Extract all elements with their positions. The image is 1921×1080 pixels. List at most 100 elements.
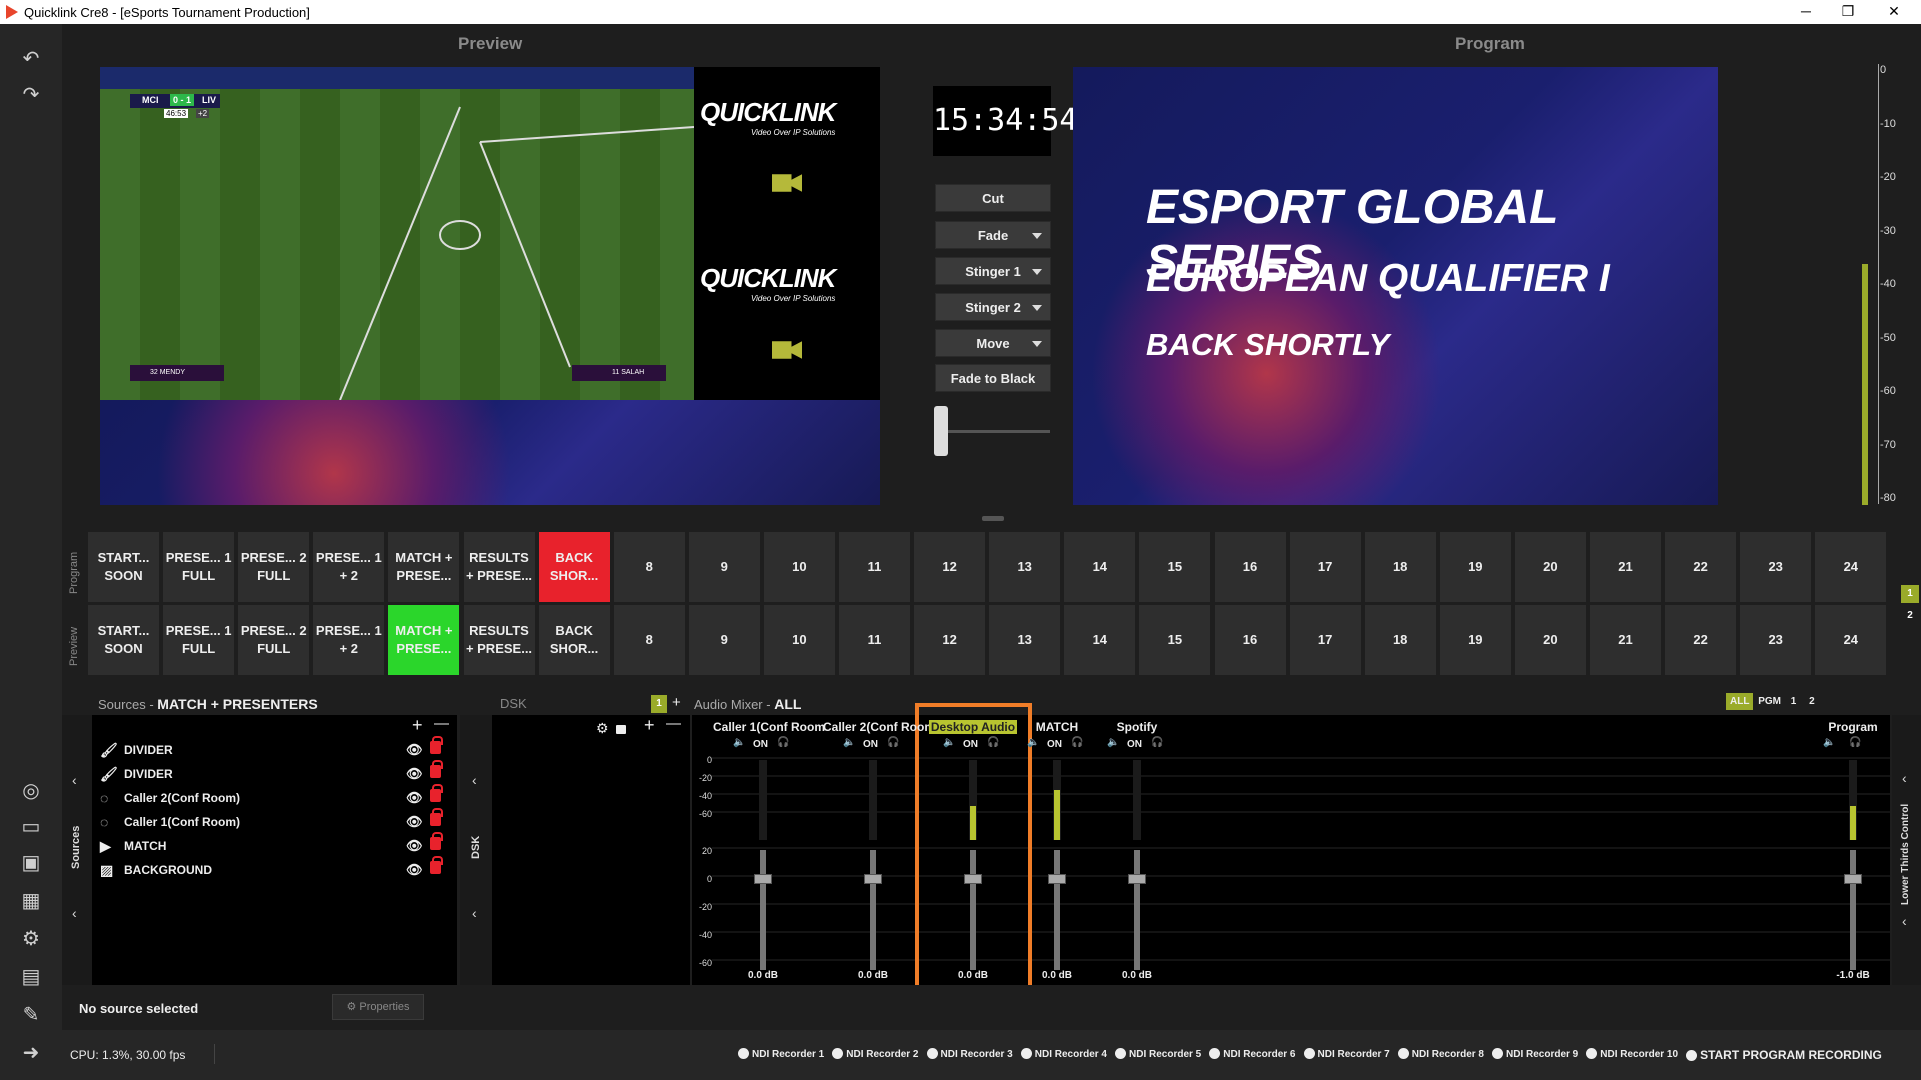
source-item[interactable]: ◌ Caller 2(Conf Room) 👁 (100, 784, 460, 811)
ndi-recorder-toggle[interactable]: NDI Recorder 10 (1586, 1048, 1678, 1062)
headphones-icon[interactable]: 🎧 (1849, 737, 1861, 748)
program-scene-button[interactable]: 17 (1289, 532, 1361, 602)
scene-page-1[interactable]: 1 (1901, 585, 1919, 603)
dsk-page-1[interactable]: 1 (651, 695, 667, 713)
audio-fader-track[interactable] (970, 850, 976, 970)
preview-scene-button[interactable]: 20 (1514, 605, 1586, 675)
on-toggle[interactable]: ON (1047, 739, 1062, 750)
program-scene-button[interactable]: 18 (1364, 532, 1436, 602)
speaker-icon[interactable]: 🔈 (843, 737, 855, 748)
program-scene-button[interactable]: RESULTS + PRESE... (463, 532, 535, 602)
remove-source-button[interactable]: — (434, 715, 449, 732)
speaker-icon[interactable]: 🔈 (1107, 737, 1119, 748)
speaker-icon[interactable]: 🔈 (1027, 737, 1039, 748)
audio-tab-pgm[interactable]: PGM (1756, 693, 1783, 710)
source-item[interactable]: 🖌 DIVIDER 👁 (100, 736, 460, 763)
collapse-left-icon[interactable]: ‹ (472, 905, 477, 921)
program-scene-button[interactable]: 22 (1665, 532, 1737, 602)
preview-scene-button[interactable]: 24 (1815, 605, 1887, 675)
collapse-left-icon[interactable]: ‹ (472, 772, 477, 788)
properties-button[interactable]: ⚙ Properties (332, 994, 424, 1020)
add-source-button[interactable]: + (412, 715, 423, 736)
program-scene-button[interactable]: 19 (1439, 532, 1511, 602)
speaker-icon[interactable]: 🔈 (943, 737, 955, 748)
transition-stinger-1-button[interactable]: Stinger 1 (935, 257, 1051, 285)
dsk-side-tab[interactable]: ‹ DSK ‹ (460, 715, 492, 985)
lock-icon[interactable] (430, 808, 443, 826)
eye-icon[interactable]: 👁 (406, 814, 423, 830)
chevron-down-icon[interactable] (1032, 305, 1042, 311)
program-scene-button[interactable]: 21 (1590, 532, 1661, 602)
preview-scene-button[interactable]: 18 (1364, 605, 1436, 675)
lock-icon[interactable] (616, 725, 626, 734)
ndi-recorder-toggle[interactable]: NDI Recorder 6 (1209, 1048, 1295, 1062)
lock-icon[interactable] (430, 832, 443, 850)
preview-scene-button[interactable]: 17 (1289, 605, 1361, 675)
headphones-icon[interactable]: 🎧 (1151, 737, 1163, 748)
audio-fader-knob[interactable] (1048, 874, 1066, 884)
audio-tab-all[interactable]: ALL (1726, 693, 1754, 710)
program-scene-button[interactable]: 16 (1214, 532, 1286, 602)
dsk-add-page-button[interactable]: + (672, 694, 681, 711)
program-scene-button[interactable]: BACK SHOR... (538, 532, 610, 602)
preview-scene-button[interactable]: MATCH + PRESE... (388, 605, 460, 675)
on-toggle[interactable]: ON (1127, 739, 1142, 750)
preview-video[interactable]: MCI 0 - 1 LIV 46:53 +2 32 MENDY 11 SALAH (100, 67, 694, 400)
splitter-handle[interactable] (982, 516, 1004, 521)
program-video[interactable]: ESPORT GLOBAL SERIES EUROPEAN QUALIFIER … (1073, 67, 1718, 505)
eye-icon[interactable]: 👁 (406, 862, 423, 878)
speaker-icon[interactable]: 🔈 (1823, 737, 1835, 748)
headphones-icon[interactable]: 🎧 (987, 737, 999, 748)
eye-icon[interactable]: 👁 (406, 790, 423, 806)
audio-tab-1[interactable]: 1 (1786, 693, 1802, 710)
program-scene-button[interactable]: 10 (763, 532, 835, 602)
close-button[interactable]: ✕ (1874, 2, 1914, 22)
preview-scene-button[interactable]: PRESE... 1 + 2 (313, 605, 385, 675)
program-scene-button[interactable]: 20 (1514, 532, 1586, 602)
undo-icon[interactable]: ↶ (0, 44, 62, 74)
program-scene-button[interactable]: 15 (1139, 532, 1211, 602)
ndi-recorder-toggle[interactable]: NDI Recorder 8 (1398, 1048, 1484, 1062)
collapse-left-icon[interactable]: ‹ (72, 905, 77, 921)
audio-fader-knob[interactable] (1844, 874, 1862, 884)
program-scene-button[interactable]: 9 (688, 532, 760, 602)
multiview-icon[interactable]: ▣ (0, 848, 62, 878)
lock-icon[interactable] (430, 856, 443, 874)
maximize-button[interactable]: ❐ (1828, 2, 1868, 22)
program-scene-button[interactable]: 24 (1815, 532, 1887, 602)
source-item[interactable]: ▶ MATCH 👁 (100, 832, 460, 859)
program-scene-button[interactable]: 8 (613, 532, 685, 602)
t-bar-handle[interactable] (934, 406, 948, 456)
preview-scene-button[interactable]: 13 (989, 605, 1061, 675)
ndi-recorder-toggle[interactable]: NDI Recorder 2 (832, 1048, 918, 1062)
redo-icon[interactable]: ↷ (0, 80, 62, 110)
expand-icon[interactable]: ‹ (1902, 770, 1907, 786)
source-item[interactable]: ◌ Caller 1(Conf Room) 👁 (100, 808, 460, 835)
lock-icon[interactable] (430, 784, 443, 802)
on-toggle[interactable]: ON (963, 739, 978, 750)
on-toggle[interactable]: ON (863, 739, 878, 750)
expand-icon[interactable]: ‹ (1902, 913, 1907, 929)
collapse-left-icon[interactable]: ‹ (72, 772, 77, 788)
ndi-recorder-toggle[interactable]: NDI Recorder 5 (1115, 1048, 1201, 1062)
quicklink-icon[interactable]: ◎ (0, 776, 62, 806)
preview-scene-button[interactable]: 14 (1064, 605, 1136, 675)
ndi-recorder-toggle[interactable]: NDI Recorder 3 (927, 1048, 1013, 1062)
preview-scene-button[interactable]: 16 (1214, 605, 1286, 675)
program-scene-button[interactable]: MATCH + PRESE... (388, 532, 460, 602)
audio-fader-track[interactable] (1850, 850, 1856, 970)
audio-fader-track[interactable] (1054, 850, 1060, 970)
eye-icon[interactable]: 👁 (406, 766, 423, 782)
preview-scene-button[interactable]: RESULTS + PRESE... (463, 605, 535, 675)
start-program-recording-button[interactable]: START PROGRAM RECORDING (1686, 1048, 1882, 1062)
program-scene-button[interactable]: 12 (914, 532, 986, 602)
transition-stinger-2-button[interactable]: Stinger 2 (935, 293, 1051, 321)
preview-scene-button[interactable]: 9 (688, 605, 760, 675)
add-dsk-button[interactable]: + (644, 715, 655, 736)
program-scene-button[interactable]: PRESE... 1 FULL (163, 532, 235, 602)
exit-icon[interactable]: ➜ (0, 1038, 62, 1068)
scene-page-2[interactable]: 2 (1901, 607, 1919, 625)
ndi-recorder-toggle[interactable]: NDI Recorder 4 (1021, 1048, 1107, 1062)
audio-fader-knob[interactable] (754, 874, 772, 884)
preview-scene-button[interactable]: 10 (763, 605, 835, 675)
